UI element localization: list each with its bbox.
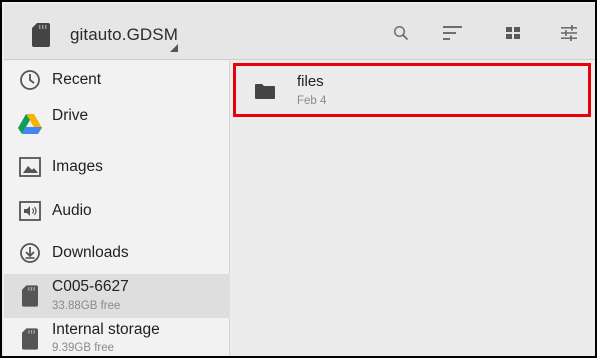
sidebar-item-label: C005-6627: [52, 278, 129, 295]
storage-free-text: 33.88GB free: [52, 300, 121, 312]
sidebar-item-audio[interactable]: Audio: [4, 191, 230, 231]
file-date: Feb 4: [297, 95, 327, 107]
file-list: files Feb 4: [231, 61, 595, 356]
settings-button[interactable]: [558, 22, 580, 44]
root-title: gitauto.GDSM: [70, 25, 178, 44]
sd-card-icon-wrap: [18, 327, 42, 351]
audio-icon-wrap: [18, 199, 42, 223]
sd-card-icon: [32, 23, 50, 47]
search-icon: [393, 25, 409, 41]
sidebar-item-label: Downloads: [52, 244, 129, 261]
storage-free-text: 9.39GB free: [52, 342, 115, 354]
download-icon-wrap: [18, 241, 42, 265]
toolbar: gitauto.GDSM: [4, 4, 595, 60]
list-item[interactable]: files Feb 4: [233, 63, 591, 117]
dropdown-triangle-icon: [170, 44, 178, 52]
sidebar-item-drive[interactable]: Drive: [4, 99, 230, 141]
drive-icon: [18, 114, 42, 134]
image-icon-wrap: [18, 155, 42, 179]
sidebar-item-label: Drive: [52, 107, 89, 124]
sidebar-item-images[interactable]: Images: [4, 147, 230, 187]
sidebar-item-c005-6627[interactable]: C005-6627 33.88GB free: [4, 274, 230, 318]
download-icon: [20, 243, 40, 263]
sidebar-item-internal-storage[interactable]: Internal storage 9.39GB free: [4, 318, 230, 356]
clock-icon-wrap: [18, 68, 42, 92]
folder-icon: [255, 84, 275, 99]
audio-icon: [19, 201, 41, 221]
sidebar-item-recent[interactable]: Recent: [4, 61, 230, 99]
sidebar-item-label: Images: [52, 158, 103, 175]
drive-icon-wrap: [18, 112, 42, 136]
image-icon: [19, 157, 41, 177]
sd-card-icon: [22, 328, 38, 350]
sidebar-item-label: Audio: [52, 202, 92, 219]
search-button[interactable]: [390, 22, 412, 44]
file-name: files: [297, 73, 324, 90]
roots-sidebar: Recent Drive Images Audio Downloads C005…: [4, 61, 230, 356]
sd-card-icon: [22, 285, 38, 307]
sidebar-item-label: Recent: [52, 71, 102, 88]
sd-card-icon-wrap: [18, 284, 42, 308]
grid-view-icon: [506, 27, 520, 39]
sidebar-item-downloads[interactable]: Downloads: [4, 233, 230, 273]
sidebar-item-label: Internal storage: [52, 321, 160, 338]
settings-sliders-icon: [561, 25, 577, 41]
clock-icon: [20, 70, 40, 90]
sort-icon: [443, 26, 462, 40]
sort-button[interactable]: [442, 22, 464, 44]
file-picker-window: gitauto.GDSM Recent Drive Images Audio D…: [0, 0, 597, 358]
root-picker-dropdown[interactable]: gitauto.GDSM: [32, 16, 184, 54]
grid-view-button[interactable]: [502, 22, 524, 44]
